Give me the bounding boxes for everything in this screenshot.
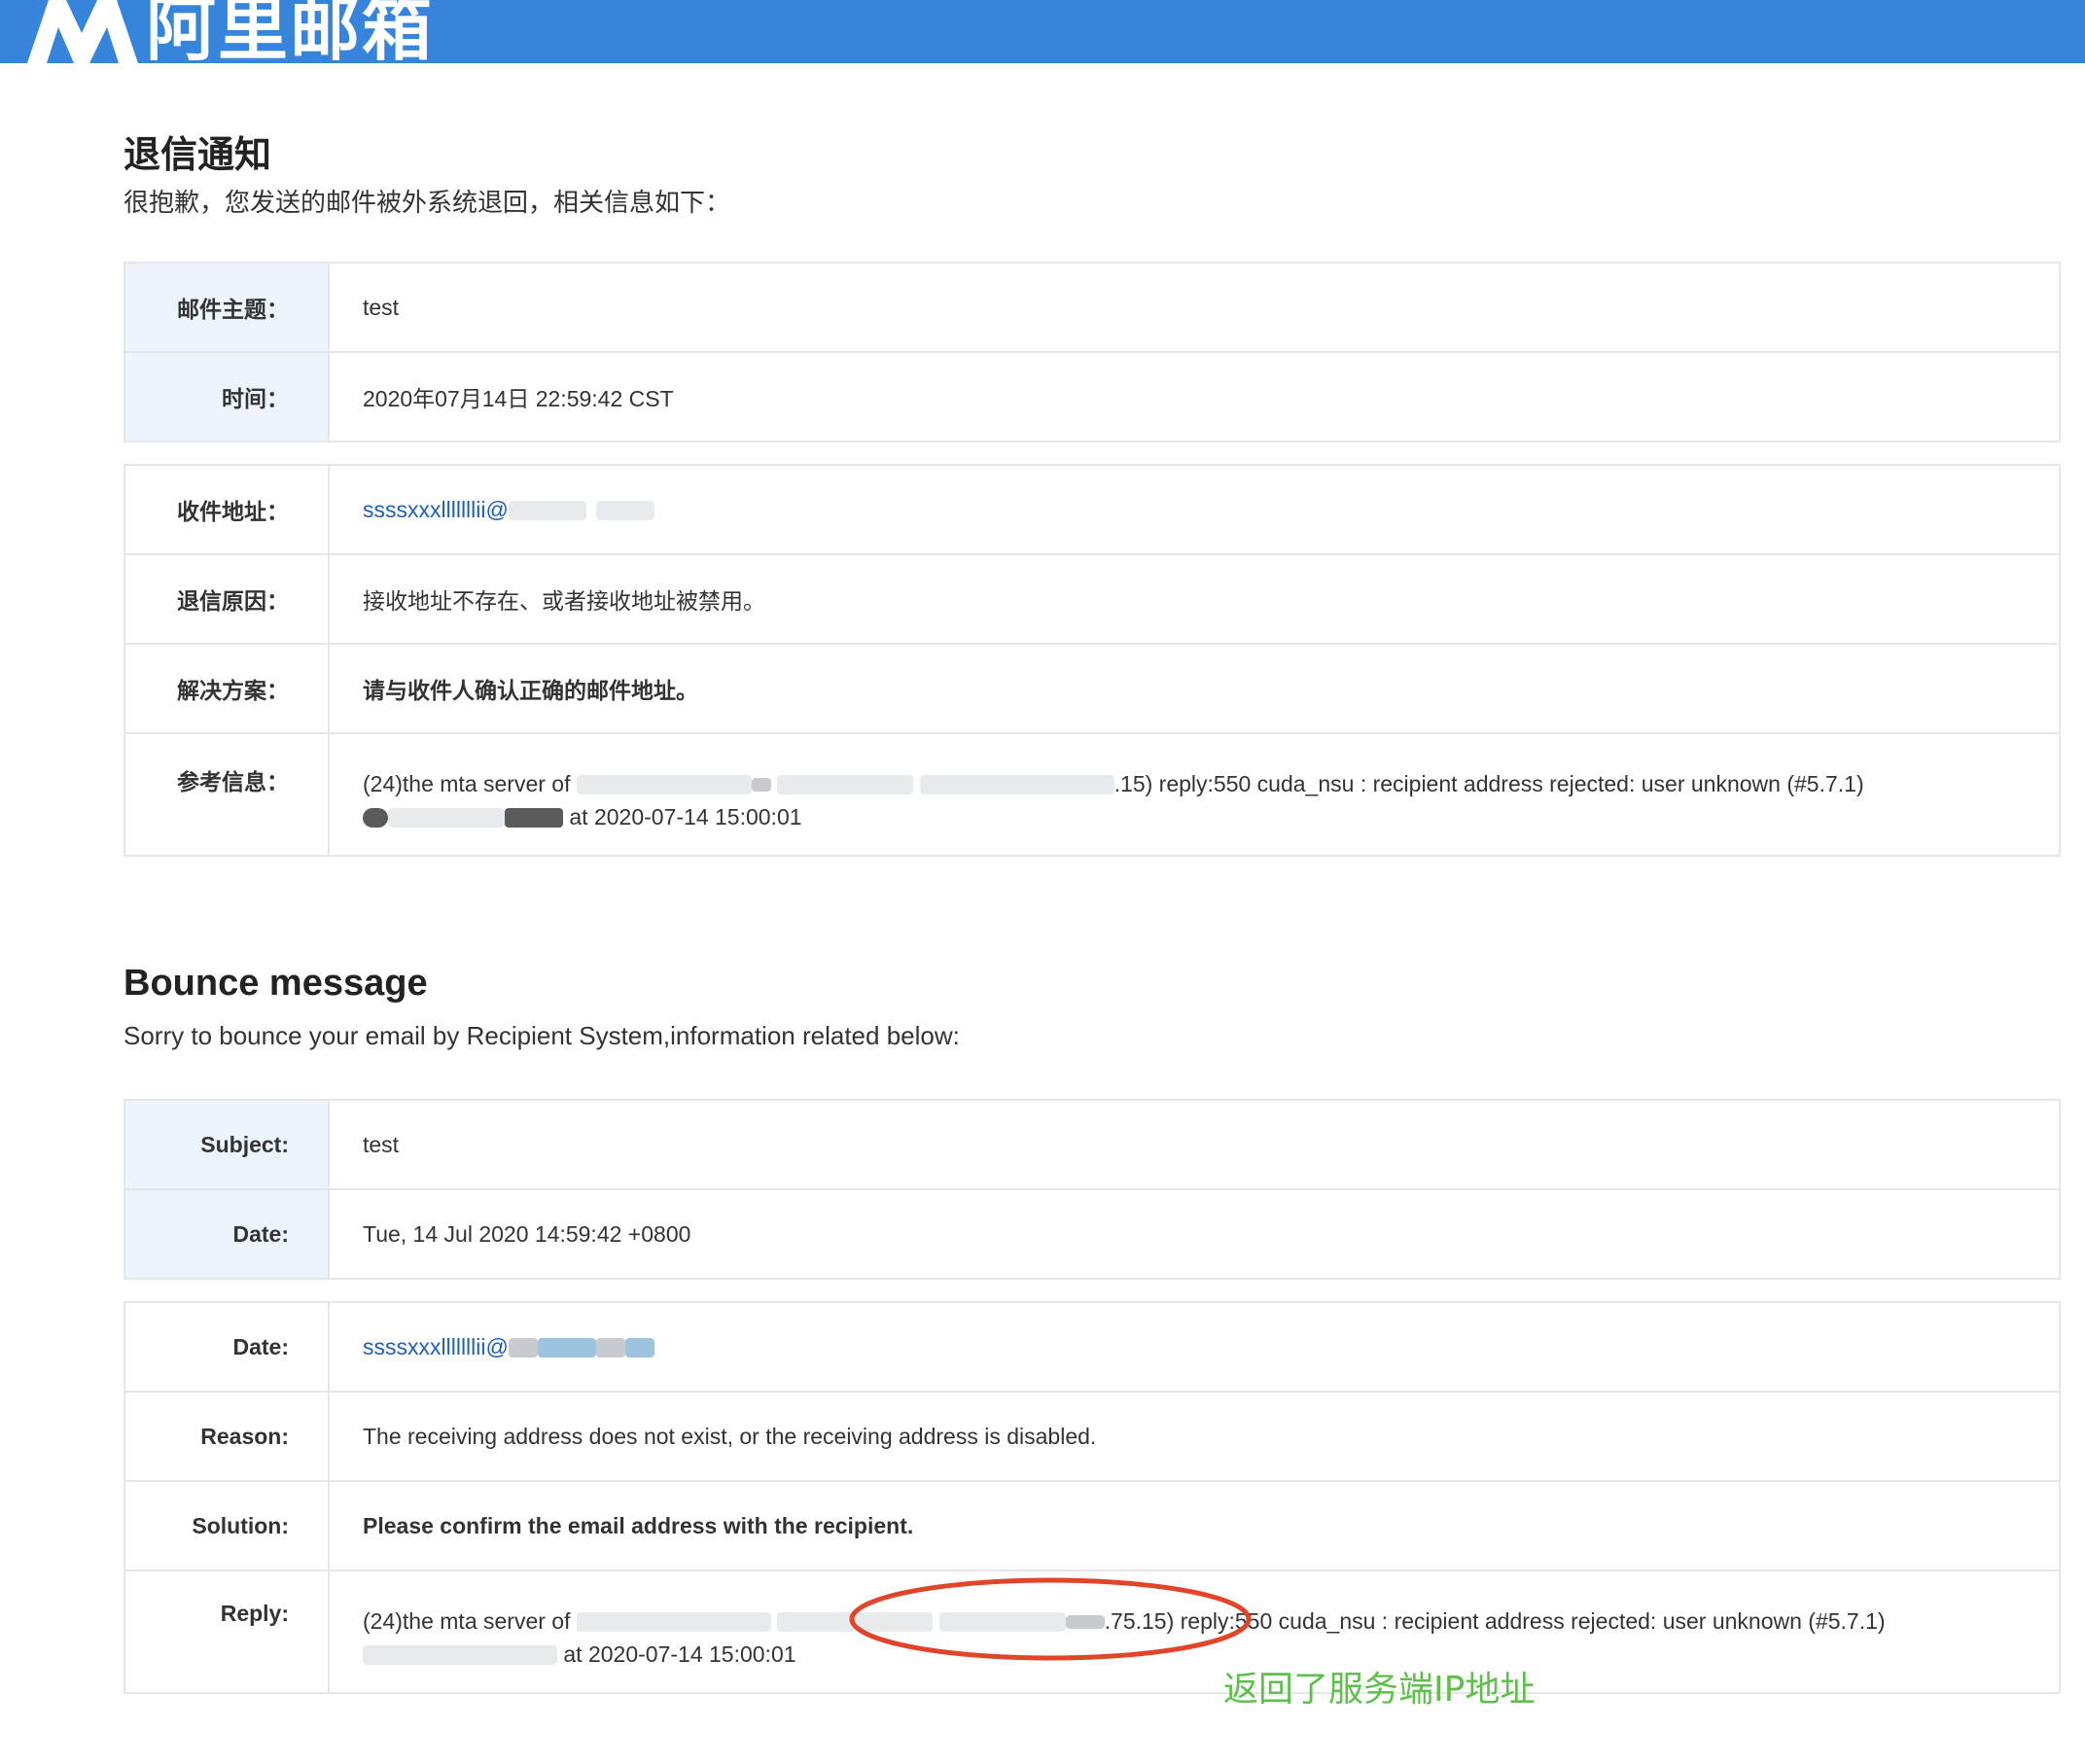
table-row: 解决方案： 请与收件人确认正确的邮件地址。 [124,643,2061,734]
redacted-region [576,775,752,795]
brand-name: 阿里邮箱 [146,0,435,70]
redacted-region [919,775,1114,795]
table-row: 邮件主题： test [124,262,2061,353]
reason-label: Reason: [124,1391,330,1482]
recipient-label: Date: [124,1301,330,1393]
aliyun-mail-m-logo-icon [27,0,138,63]
redacted-region [363,1645,557,1666]
solution-value: 请与收件人确认正确的邮件地址。 [328,643,2061,734]
time-value: 2020年07月14日 22:59:42 CST [328,351,2061,442]
table-row: 收件地址： ssssxxxlllllllii@ [124,464,2061,555]
cn-subtitle: 很抱歉，您发送的邮件被外系统退回，相关信息如下： [124,188,731,217]
time-label: 时间： [124,351,330,442]
recipient-cell: ssssxxxlllllllii@ [328,1301,2061,1393]
subject-label: Subject: [124,1099,330,1190]
cn-mail-info-table: 邮件主题： test 时间： 2020年07月14日 22:59:42 CST [124,262,2061,442]
solution-label: Solution: [124,1480,330,1571]
reason-label: 退信原因： [124,553,330,645]
ref-line1-ip-tail: .15) [1113,770,1153,796]
recipient-label: 收件地址： [124,464,330,555]
annotation-note: 返回了服务端IP地址 [1223,1670,1536,1710]
ref-line1-prefix: (24)the mta server of [363,770,571,796]
reference-label: 参考信息： [124,732,330,857]
reply-label: Reply: [124,1570,330,1694]
ref-line1-suffix: reply:550 cuda_nsu : recipient address r… [1158,770,1864,796]
subject-value: test [328,262,2061,353]
redacted-region [505,808,563,829]
redacted-region [388,808,505,829]
reply-line1-prefix: (24)the mta server of [363,1607,571,1634]
recipient-address-link[interactable]: ssssxxxlllllllii@ [363,1334,509,1359]
ref-line2-suffix: at 2020-07-14 15:00:01 [569,803,802,829]
solution-value: Please confirm the email address with th… [328,1480,2061,1571]
cn-title: 退信通知 [124,135,272,176]
date-label: Date: [124,1188,330,1280]
redacted-region [508,1338,538,1358]
redacted-region [508,501,586,521]
date-value: Tue, 14 Jul 2020 14:59:42 +0800 [328,1188,2061,1280]
solution-label: 解决方案： [124,643,330,734]
recipient-cell: ssssxxxlllllllii@ [328,464,2061,555]
table-row: Subject: test [124,1099,2061,1190]
redacted-region [624,1338,654,1358]
subject-value: test [328,1099,2061,1190]
reason-value: The receiving address does not exist, or… [328,1391,2061,1482]
redacted-region [537,1338,596,1358]
reply-line2-suffix: at 2020-07-14 15:00:01 [563,1641,796,1667]
table-row: 参考信息： (24)the mta server of .15) reply:5… [124,732,2061,857]
reference-value: (24)the mta server of .15) reply:550 cud… [328,732,2061,857]
redacted-region [363,808,388,829]
cn-bounce-detail-table: 收件地址： ssssxxxlllllllii@ 退信原因： 接收地址不存在、或者… [124,464,2061,857]
table-row: Date: Tue, 14 Jul 2020 14:59:42 +0800 [124,1188,2061,1280]
app-header: 阿里邮箱 [0,0,2085,70]
highlight-ellipse [849,1577,1252,1661]
table-row: 退信原因： 接收地址不存在、或者接收地址被禁用。 [124,553,2061,645]
table-row: 时间： 2020年07月14日 22:59:42 CST [124,351,2061,442]
reason-value: 接收地址不存在、或者接收地址被禁用。 [328,553,2061,645]
redacted-region [777,775,914,795]
en-title: Bounce message [124,963,428,1004]
table-row: Solution: Please confirm the email addre… [124,1480,2061,1571]
reply-line1-suffix: reply:550 cuda_nsu : recipient address r… [1180,1607,1886,1634]
redacted-region [751,778,771,793]
recipient-address-link[interactable]: ssssxxxlllllllii@ [363,497,509,522]
subject-label: 邮件主题： [124,262,330,353]
table-row: Reason: The receiving address does not e… [124,1391,2061,1482]
en-mail-info-table: Subject: test Date: Tue, 14 Jul 2020 14:… [124,1099,2061,1280]
en-subtitle: Sorry to bounce your email by Recipient … [124,1021,960,1050]
redacted-region [595,1338,625,1358]
redacted-region [595,501,654,521]
redacted-region [576,1612,771,1633]
table-row: Date: ssssxxxlllllllii@ [124,1301,2061,1393]
